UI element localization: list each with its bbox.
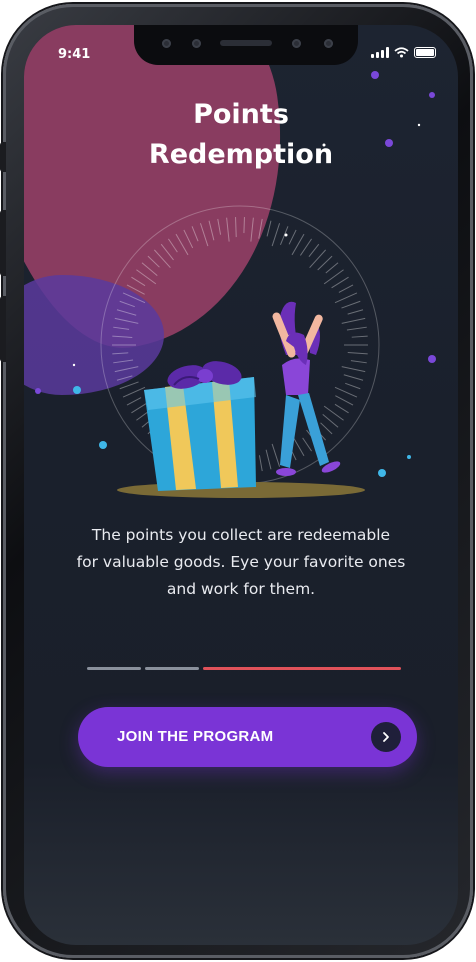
burst-tick <box>126 397 142 406</box>
burst-tick <box>341 300 361 309</box>
sensor-dot <box>192 39 201 48</box>
burst-tick <box>235 217 237 238</box>
burst-tick <box>243 217 245 234</box>
burst-tick <box>191 226 199 242</box>
burst-tick <box>343 374 364 381</box>
burst-tick <box>334 403 349 414</box>
burst-tick <box>119 300 135 308</box>
burst-tick <box>114 366 139 373</box>
burst-tick <box>317 255 333 271</box>
description-line: The points you collect are redeemable <box>91 526 391 544</box>
battery-icon <box>414 47 436 58</box>
burst-tick <box>335 395 354 406</box>
burst-tick <box>199 223 209 247</box>
burst-tick <box>183 229 194 249</box>
page-title: Points Redemption <box>24 95 458 175</box>
burst-tick <box>271 223 281 247</box>
burst-tick <box>250 217 254 242</box>
burst-tick <box>320 422 333 435</box>
burst-tick <box>114 317 139 324</box>
progress-segment <box>87 667 141 670</box>
burst-tick <box>131 401 149 414</box>
burst-tick <box>141 262 158 276</box>
burst-tick <box>288 229 297 245</box>
burst-tick <box>271 443 281 467</box>
burst-tick <box>168 238 178 253</box>
burst-tick <box>341 317 366 324</box>
description-line: for valuable goods. Eye your favorite on… <box>76 553 406 571</box>
burst-tick <box>122 386 146 398</box>
burst-tick <box>265 449 272 470</box>
burst-tick <box>299 238 312 256</box>
burst-tick <box>266 220 272 237</box>
burst-tick <box>126 284 145 295</box>
sensor-dot <box>324 39 333 48</box>
burst-tick <box>226 217 230 242</box>
burst-tick <box>122 292 146 304</box>
speaker-grille <box>220 40 272 46</box>
sensor-dot <box>162 39 171 48</box>
status-time: 9:41 <box>58 47 91 62</box>
join-program-button[interactable]: JOIN THE PROGRAM <box>78 707 417 767</box>
burst-tick <box>116 375 133 381</box>
burst-tick <box>160 243 174 261</box>
join-program-label: JOIN THE PROGRAM <box>117 728 274 745</box>
signal-icon <box>371 47 389 58</box>
description: The points you collect are redeemable fo… <box>44 522 438 603</box>
burst-tick <box>175 233 189 256</box>
app-screen: 9:41 Points Redemption The points you co… <box>24 25 458 945</box>
burst-tick <box>258 218 263 239</box>
device-mockup: 9:41 Points Redemption The points you co… <box>0 0 476 962</box>
burst-tick <box>147 255 160 268</box>
gift-box-icon <box>144 361 256 491</box>
burst-tick <box>258 455 263 472</box>
progress-segment <box>145 667 199 670</box>
burst-tick <box>302 437 312 452</box>
burst-tick <box>217 218 222 235</box>
mute-switch <box>0 142 6 172</box>
burst-tick <box>351 335 368 338</box>
wifi-icon <box>394 47 409 58</box>
volume-down-button <box>0 296 6 362</box>
burst-tick <box>208 220 215 241</box>
burst-tick <box>347 352 368 355</box>
burst-tick <box>112 335 133 338</box>
burst-tick <box>346 326 367 331</box>
chevron-right-icon <box>371 722 401 752</box>
burst-tick <box>113 359 134 364</box>
burst-tick <box>119 381 139 390</box>
burst-tick <box>338 284 354 293</box>
burst-tick <box>345 382 361 390</box>
burst-tick <box>113 326 130 330</box>
burst-tick <box>341 366 366 373</box>
burst-tick <box>347 309 364 315</box>
burst-tick <box>116 309 137 316</box>
description-line: and work for them. <box>166 580 316 598</box>
burst-tick <box>131 276 146 287</box>
phone-frame: 9:41 Points Redemption The points you co… <box>0 4 473 958</box>
burst-tick <box>325 262 339 274</box>
title-line: Points <box>193 99 289 130</box>
volume-up-button <box>0 210 6 276</box>
burst-tick <box>334 386 358 398</box>
burst-tick <box>322 414 339 428</box>
title-line: Redemption <box>148 139 334 170</box>
status-icons <box>371 47 436 58</box>
burst-tick <box>334 292 358 304</box>
burst-tick <box>112 352 129 355</box>
device-notch <box>134 25 358 65</box>
front-camera <box>292 39 301 48</box>
burst-tick <box>350 360 367 364</box>
burst-tick <box>331 276 349 289</box>
burst-tick <box>291 233 305 256</box>
progress-segment <box>203 667 401 670</box>
burst-tick <box>308 243 320 258</box>
